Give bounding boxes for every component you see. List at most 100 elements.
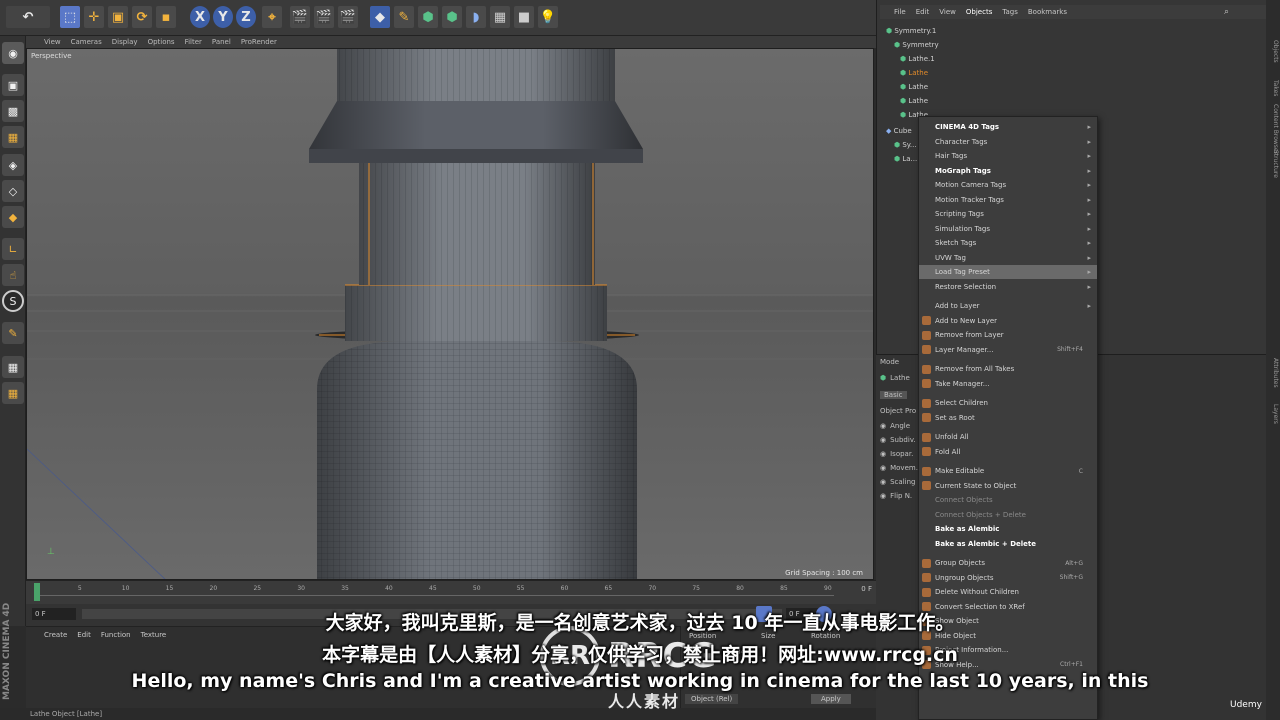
context-menu-item[interactable]: Load Tag Preset ▸ [919, 265, 1097, 279]
context-menu-item[interactable]: Remove from All Takes [919, 362, 1097, 376]
context-menu-item[interactable]: Simulation Tags ▸ [919, 222, 1097, 236]
rotate-icon[interactable]: ⟳ [132, 6, 152, 28]
polygons-mode-icon[interactable]: ◆ [2, 206, 24, 228]
context-menu-item[interactable]: Layer Manager... Shift+F4 [919, 343, 1097, 357]
cube-object-icon[interactable]: ◆ [370, 6, 390, 28]
subdivision-surface-icon[interactable]: ⬢ [418, 6, 438, 28]
dock-tab-structure[interactable]: Structure [1267, 150, 1279, 178]
context-menu-item[interactable]: MoGraph Tags ▸ [919, 164, 1097, 178]
viewport-menu-options[interactable]: Options [148, 38, 175, 46]
viewport-menu-prorender[interactable]: ProRender [241, 38, 277, 46]
deformer-icon[interactable]: ◗ [466, 6, 486, 28]
context-menu-item[interactable]: Scripting Tags ▸ [919, 207, 1097, 221]
attr-param[interactable]: ◉ Isopar. [880, 450, 913, 458]
search-icon[interactable]: ⌕ [1224, 7, 1229, 17]
context-menu-item[interactable]: Current State to Object [919, 479, 1097, 493]
context-menu-item[interactable]: Sketch Tags ▸ [919, 236, 1097, 250]
context-menu-item[interactable]: Hair Tags ▸ [919, 149, 1097, 163]
snap-icon[interactable]: S [2, 290, 24, 312]
attr-param[interactable]: ◉ Flip N. [880, 492, 912, 500]
context-menu-item[interactable]: Connect Objects + Delete [919, 508, 1097, 522]
om-menu-objects[interactable]: Objects [966, 8, 992, 16]
viewport-menu-view[interactable]: View [44, 38, 61, 46]
attr-param[interactable]: ◉ Scaling [880, 478, 915, 486]
object-row[interactable]: ⬢ Symmetry [886, 38, 1266, 52]
viewport-menu-filter[interactable]: Filter [185, 38, 202, 46]
context-menu-item[interactable]: Restore Selection ▸ [919, 280, 1097, 294]
context-menu-item[interactable]: Add to Layer ▸ [919, 299, 1097, 313]
context-menu-item[interactable]: Select Children [919, 396, 1097, 410]
make-editable-icon[interactable]: ◉ [2, 42, 24, 64]
recent-tools-icon[interactable]: ▪ [156, 6, 176, 28]
camera-icon[interactable]: ■ [514, 6, 534, 28]
playhead[interactable] [34, 583, 40, 601]
timeline-ruler[interactable]: 051015202530354045505560657075808590 0 F [26, 580, 876, 604]
context-menu-item[interactable]: Character Tags ▸ [919, 135, 1097, 149]
context-menu-item[interactable]: Take Manager... [919, 377, 1097, 391]
pen-spline-icon[interactable]: ✎ [394, 6, 414, 28]
context-menu-item[interactable]: Motion Camera Tags ▸ [919, 178, 1097, 192]
move-icon[interactable]: ✛ [84, 6, 104, 28]
model-mode-icon[interactable]: ▣ [2, 74, 24, 96]
edges-mode-icon[interactable]: ◇ [2, 180, 24, 202]
attr-param[interactable]: ◉ Movem. [880, 464, 918, 472]
viewport-menu-cameras[interactable]: Cameras [71, 38, 102, 46]
object-row[interactable]: ⬢ Lathe [886, 80, 1266, 94]
context-menu-item[interactable]: Fold All [919, 445, 1097, 459]
attr-param[interactable]: ◉ Angle [880, 422, 910, 430]
workplane-icon[interactable]: ▦ [2, 126, 24, 148]
dock-tab-takes[interactable]: Takes [1267, 80, 1279, 96]
dock-tab-layers[interactable]: Layers [1267, 404, 1279, 424]
array-icon[interactable]: ⬢ [442, 6, 462, 28]
axis-mode-icon[interactable]: ∟ [2, 238, 24, 260]
x-axis-lock-button[interactable]: X [190, 6, 210, 28]
tweak-mode-icon[interactable]: ☝ [2, 264, 24, 286]
om-menu-file[interactable]: File [894, 8, 906, 16]
object-row[interactable]: ⬢ Lathe [886, 94, 1266, 108]
render-picture-viewer-icon[interactable]: 🎬 [314, 6, 334, 28]
viewport-menu-panel[interactable]: Panel [212, 38, 231, 46]
coordinate-system-icon[interactable]: ⌖ [262, 6, 282, 28]
context-menu-item[interactable]: Set as Root [919, 411, 1097, 425]
apply-button[interactable]: Apply [811, 694, 851, 704]
context-menu-item[interactable]: Connect Objects [919, 493, 1097, 507]
om-menu-view[interactable]: View [939, 8, 956, 16]
context-menu-item[interactable]: Bake as Alembic + Delete [919, 537, 1097, 551]
context-menu-item[interactable]: CINEMA 4D Tags ▸ [919, 120, 1097, 134]
undo-button[interactable]: ↶ [6, 6, 50, 28]
om-menu-edit[interactable]: Edit [916, 8, 930, 16]
viewport-menu-display[interactable]: Display [112, 38, 138, 46]
om-menu-tags[interactable]: Tags [1002, 8, 1018, 16]
context-menu-item[interactable]: Motion Tracker Tags ▸ [919, 193, 1097, 207]
paint-icon[interactable]: ✎ [2, 322, 24, 344]
object-row[interactable]: ⬢ Lathe.1 [886, 52, 1266, 66]
dock-tab-attributes[interactable]: Attributes [1267, 358, 1279, 388]
attr-param[interactable]: ◉ Subdiv. [880, 436, 916, 444]
render-view-icon[interactable]: 🎬 [290, 6, 310, 28]
dock-tab-content-browser[interactable]: Content Browser [1267, 104, 1279, 154]
context-menu-item[interactable]: Ungroup Objects Shift+G [919, 571, 1097, 585]
texture-mode-icon[interactable]: ▩ [2, 100, 24, 122]
floor-icon[interactable]: ▦ [490, 6, 510, 28]
om-menu-bookmarks[interactable]: Bookmarks [1028, 8, 1067, 16]
attr-tab-basic[interactable]: Basic [880, 391, 907, 399]
points-mode-icon[interactable]: ◈ [2, 154, 24, 176]
context-menu-item[interactable]: Delete Without Children [919, 585, 1097, 599]
context-menu-item[interactable]: Remove from Layer [919, 328, 1097, 342]
context-menu-item[interactable]: UVW Tag ▸ [919, 251, 1097, 265]
object-row[interactable]: ⬢ Lathe [886, 66, 1266, 80]
light-icon[interactable]: 💡 [538, 6, 558, 28]
dock-tab-objects[interactable]: Objects [1267, 40, 1279, 63]
lock-workplane-icon[interactable]: ▦ [2, 356, 24, 378]
y-axis-lock-button[interactable]: Y [213, 6, 233, 28]
context-menu-item[interactable]: Bake as Alembic [919, 522, 1097, 536]
live-selection-icon[interactable]: ⬚ [60, 6, 80, 28]
object-row[interactable]: ⬢ Symmetry.1 [886, 24, 1266, 38]
scale-icon[interactable]: ▣ [108, 6, 128, 28]
context-menu-item[interactable]: Unfold All [919, 430, 1097, 444]
context-menu-item[interactable]: Add to New Layer [919, 314, 1097, 328]
planar-workplane-icon[interactable]: ▦ [2, 382, 24, 404]
perspective-viewport[interactable]: Perspective Grid Spacing: 100 cm ⊥ [26, 48, 874, 580]
attr-mode[interactable]: Mode [880, 358, 899, 366]
z-axis-lock-button[interactable]: Z [236, 6, 256, 28]
